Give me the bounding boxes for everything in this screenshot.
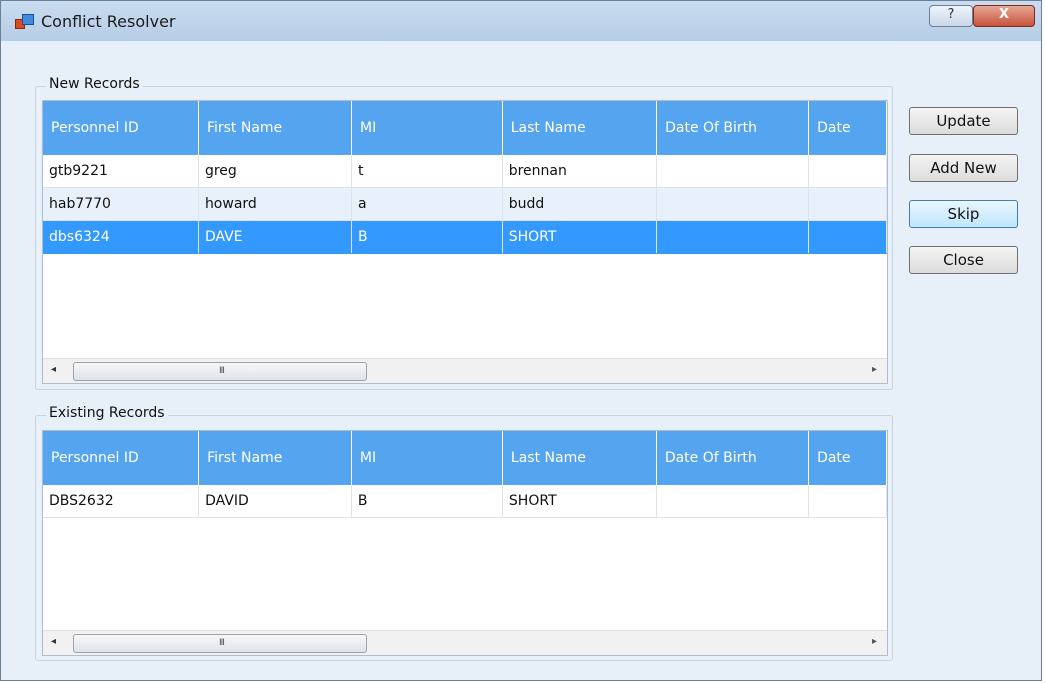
scroll-right-arrow-icon[interactable]: ▸	[872, 636, 877, 647]
close-button[interactable]: Close	[909, 246, 1018, 274]
cell[interactable]: gtb9221	[43, 155, 199, 188]
column-header-personnel-id[interactable]: Personnel ID	[43, 101, 199, 155]
new-records-grid[interactable]: Personnel ID First Name MI Last Name Dat…	[42, 100, 888, 384]
close-window-button[interactable]: X	[973, 5, 1035, 27]
title-bar: Conflict Resolver ? X	[1, 1, 1041, 41]
cell[interactable]	[656, 485, 810, 518]
column-header-mi[interactable]: MI	[351, 431, 503, 485]
scroll-left-arrow-icon[interactable]: ◂	[51, 364, 56, 375]
cell[interactable]: howard	[198, 187, 352, 221]
skip-button[interactable]: Skip	[909, 200, 1018, 228]
scroll-thumb[interactable]: III	[73, 634, 367, 653]
window-title: Conflict Resolver	[41, 12, 176, 31]
scroll-left-arrow-icon[interactable]: ◂	[51, 636, 56, 647]
new-records-label: New Records	[46, 76, 143, 92]
cell[interactable]: DAVE	[198, 220, 352, 254]
cell[interactable]: B	[351, 220, 503, 254]
cell[interactable]	[656, 220, 810, 254]
horizontal-scrollbar[interactable]: ◂ III ▸	[43, 358, 887, 383]
header-row: Personnel ID First Name MI Last Name Dat…	[43, 431, 887, 485]
column-header-first-name[interactable]: First Name	[198, 431, 352, 485]
header-row: Personnel ID First Name MI Last Name Dat…	[43, 101, 887, 155]
column-header-last-name[interactable]: Last Name	[502, 431, 657, 485]
cell[interactable]: DBS2632	[43, 485, 200, 518]
column-header-last-name[interactable]: Last Name	[502, 101, 658, 155]
horizontal-scrollbar[interactable]: ◂ III ▸	[43, 630, 887, 655]
cell[interactable]: brennan	[502, 155, 658, 188]
table-row[interactable]: hab7770 howard a budd	[43, 187, 887, 221]
scroll-right-arrow-icon[interactable]: ▸	[872, 364, 877, 375]
cell[interactable]	[808, 187, 887, 221]
cell[interactable]: t	[351, 155, 503, 188]
column-header-first-name[interactable]: First Name	[198, 101, 352, 155]
cell[interactable]: SHORT	[502, 220, 658, 254]
column-header-personnel-id[interactable]: Personnel ID	[43, 431, 200, 485]
help-button[interactable]: ?	[929, 5, 973, 27]
cell[interactable]: budd	[502, 187, 658, 221]
scroll-thumb[interactable]: III	[73, 362, 367, 381]
existing-records-label: Existing Records	[46, 405, 168, 421]
update-button[interactable]: Update	[909, 107, 1018, 135]
cell[interactable]	[656, 187, 810, 221]
cell[interactable]: a	[351, 187, 503, 221]
existing-records-grid[interactable]: Personnel ID First Name MI Last Name Dat…	[42, 430, 888, 656]
column-header-date[interactable]: Date	[808, 431, 887, 485]
column-header-mi[interactable]: MI	[351, 101, 503, 155]
app-icon	[15, 13, 34, 29]
column-header-date-of-birth[interactable]: Date Of Birth	[656, 101, 810, 155]
table-row[interactable]: DBS2632 DAVID B SHORT	[43, 485, 887, 518]
cell[interactable]	[808, 485, 887, 518]
cell[interactable]: hab7770	[43, 187, 199, 221]
cell[interactable]	[808, 220, 887, 254]
cell[interactable]: SHORT	[502, 485, 657, 518]
cell[interactable]: dbs6324	[43, 220, 199, 254]
cell[interactable]	[808, 155, 887, 188]
cell[interactable]	[656, 155, 810, 188]
scroll-grip-icon: III	[219, 638, 225, 648]
scroll-grip-icon: III	[219, 366, 225, 376]
cell[interactable]: DAVID	[198, 485, 352, 518]
conflict-resolver-window: Conflict Resolver ? X New Records Person…	[0, 0, 1042, 681]
column-header-date-of-birth[interactable]: Date Of Birth	[656, 431, 810, 485]
add-new-button[interactable]: Add New	[909, 154, 1018, 182]
table-row-selected[interactable]: dbs6324 DAVE B SHORT	[43, 220, 887, 254]
column-header-date[interactable]: Date	[808, 101, 887, 155]
cell[interactable]: B	[351, 485, 503, 518]
table-row[interactable]: gtb9221 greg t brennan	[43, 155, 887, 188]
cell[interactable]: greg	[198, 155, 352, 188]
